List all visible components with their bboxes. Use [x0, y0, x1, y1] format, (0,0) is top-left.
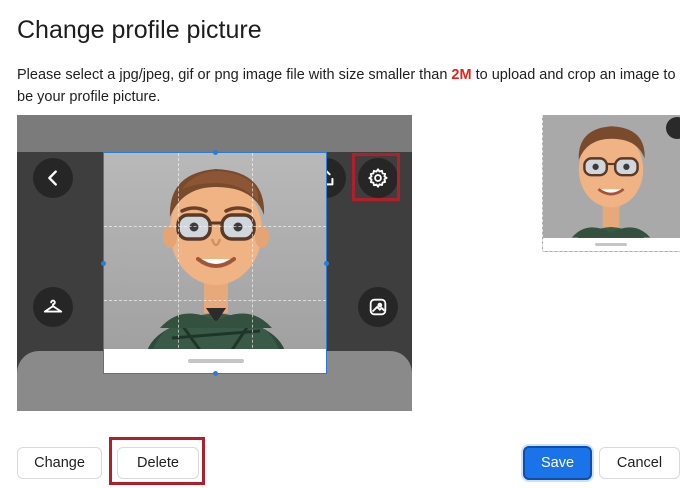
avatar-sheet-bar — [188, 359, 244, 363]
change-button[interactable]: Change — [17, 447, 102, 479]
delete-highlight-box — [109, 437, 205, 485]
description-text-before: Please select a jpg/jpeg, gif or png ima… — [17, 67, 452, 83]
crop-grid-line — [104, 226, 326, 228]
dialog-title: Change profile picture — [17, 16, 262, 44]
sticker-icon — [358, 287, 398, 327]
max-size-text: 2M — [451, 67, 472, 83]
preview-sheet-bar — [595, 243, 627, 246]
hanger-icon — [33, 287, 73, 327]
avatar-image — [142, 153, 290, 373]
crop-preview — [542, 115, 680, 252]
gear-highlight-box — [352, 153, 400, 201]
cancel-button[interactable]: Cancel — [599, 447, 680, 479]
stage-top-area — [17, 115, 412, 152]
crop-handle-right[interactable] — [324, 261, 329, 266]
back-icon — [33, 158, 73, 198]
crop-handle-top[interactable] — [213, 150, 218, 155]
crop-grid-line — [177, 153, 179, 373]
save-button[interactable]: Save — [523, 446, 592, 480]
crop-handle-bottom[interactable] — [213, 371, 218, 376]
crop-selection-box[interactable] — [103, 152, 327, 374]
dialog-description: Please select a jpg/jpeg, gif or png ima… — [17, 64, 677, 108]
preview-avatar-image — [567, 126, 655, 251]
crop-canvas[interactable] — [17, 115, 412, 411]
crop-grid-line — [104, 299, 326, 301]
crop-grid-line — [251, 153, 253, 373]
crop-handle-left[interactable] — [101, 261, 106, 266]
preview-share-icon — [666, 117, 680, 139]
